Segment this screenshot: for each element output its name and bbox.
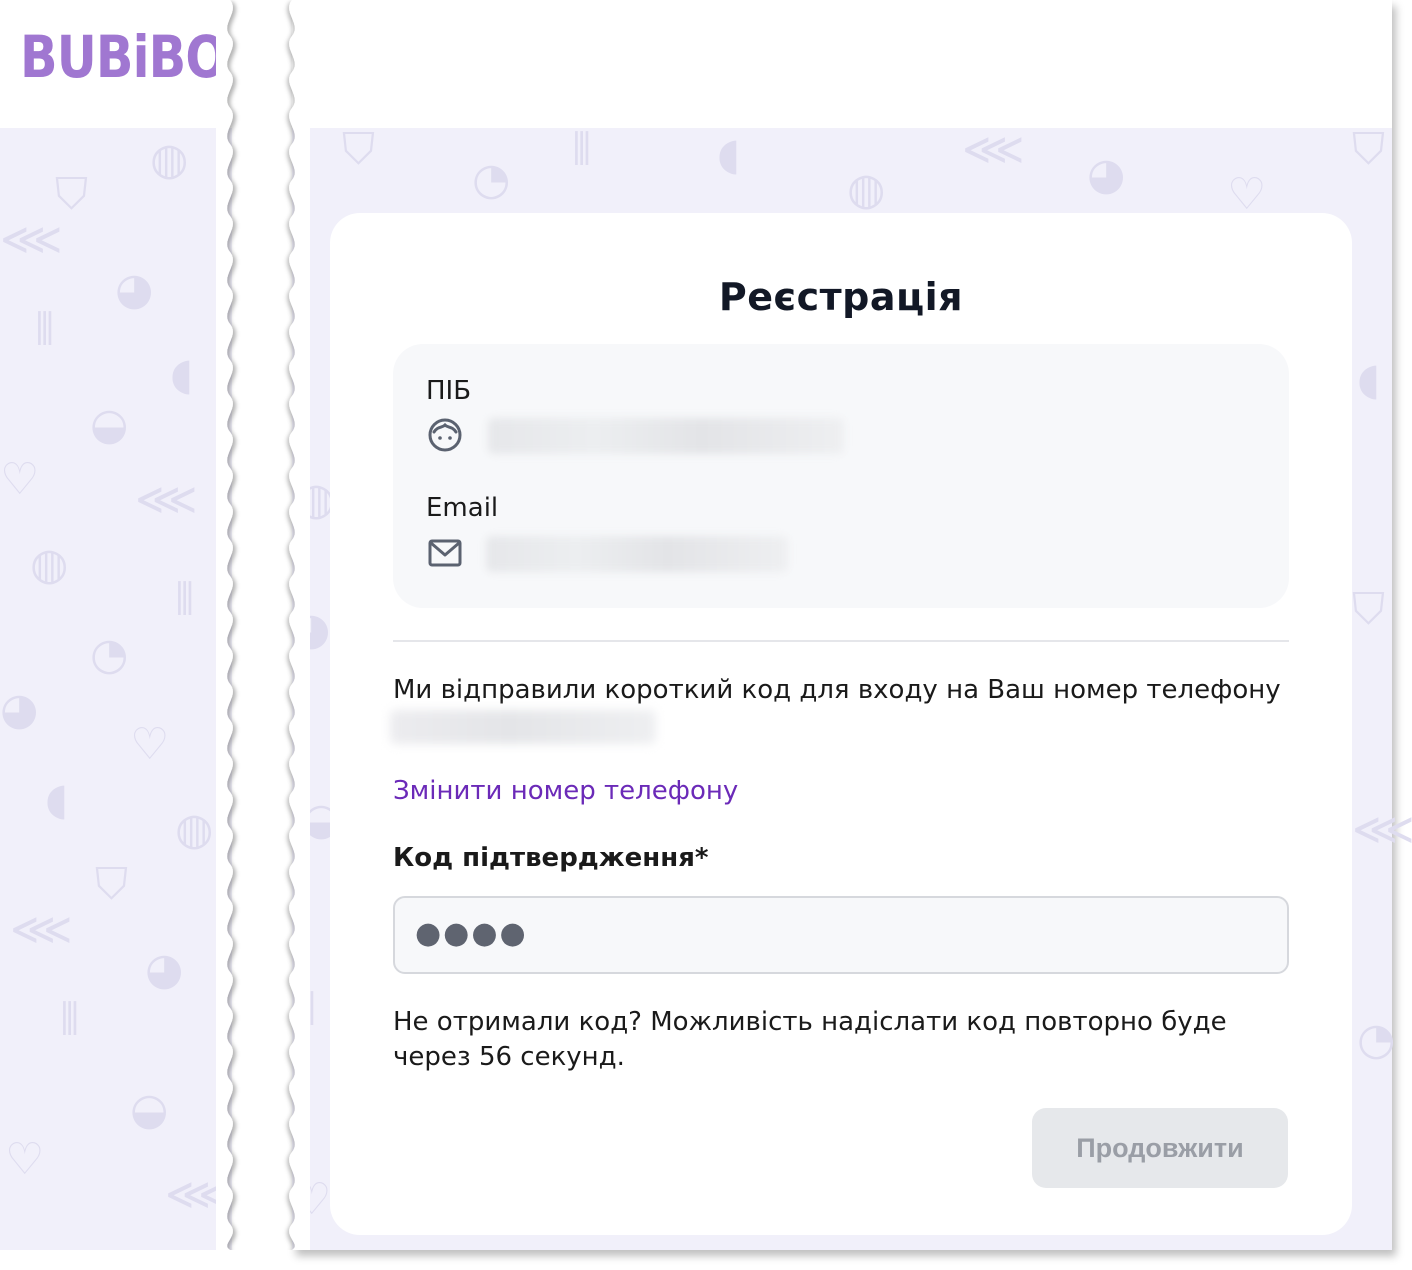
dog-face-icon: ◕ bbox=[1087, 149, 1126, 200]
bird-icon: ◖ bbox=[1357, 354, 1381, 405]
mail-icon bbox=[428, 539, 462, 567]
email-field-label: Email bbox=[426, 493, 499, 523]
resend-timer-message: Не отримали код? Можливість надіслати ко… bbox=[393, 1007, 1227, 1072]
verification-code-label: Код підтвердження* bbox=[393, 843, 709, 873]
paw-heart-icon: ♡ bbox=[1227, 169, 1267, 220]
dog-face-icon: ◕ bbox=[145, 944, 184, 995]
paw-heart-icon: ♡ bbox=[0, 454, 40, 505]
bird-icon: ◖ bbox=[45, 774, 69, 825]
bubibo-logo[interactable]: BUBiBO bbox=[20, 22, 227, 92]
yarn-ball-icon: ◍ bbox=[847, 164, 886, 215]
registration-card: Реєстрація ПІБ Email Ми відправили корот… bbox=[330, 213, 1352, 1235]
paw-heart-icon: ♡ bbox=[130, 719, 170, 770]
name-value-blurred bbox=[488, 418, 844, 454]
bone-icon: ⦀ bbox=[35, 304, 55, 355]
fishbone-icon: ⋘ bbox=[1352, 804, 1412, 855]
fishbone-icon: ⋘ bbox=[0, 214, 63, 265]
verification-code-input[interactable]: ●●●● bbox=[393, 896, 1289, 974]
user-info-box: ПІБ Email bbox=[393, 344, 1289, 608]
right-wavy-edge bbox=[289, 0, 310, 1250]
dress-icon: ⛉ bbox=[95, 859, 128, 910]
dress-icon: ⛉ bbox=[342, 124, 375, 175]
change-phone-link[interactable]: Змінити номер телефону bbox=[393, 776, 738, 806]
bird-icon: ◖ bbox=[170, 349, 194, 400]
phone-number-blurred bbox=[390, 710, 656, 744]
dress-icon: ⛉ bbox=[1352, 584, 1385, 635]
page-title: Реєстрація bbox=[718, 275, 964, 319]
cat-face-icon: ◔ bbox=[1357, 1014, 1396, 1065]
fishbone-icon: ⋘ bbox=[962, 124, 1025, 175]
code-sent-message: Ми відправили короткий код для входу на … bbox=[393, 675, 1281, 705]
yarn-ball-icon: ◍ bbox=[150, 134, 189, 185]
bone-icon: ⦀ bbox=[175, 574, 195, 625]
name-field-label: ПІБ bbox=[426, 376, 472, 406]
dress-icon: ⛉ bbox=[55, 169, 88, 220]
bowl-icon: ◒ bbox=[90, 399, 129, 450]
paw-heart-icon: ♡ bbox=[5, 1134, 45, 1185]
email-value-blurred bbox=[486, 536, 788, 572]
fishbone-icon: ⋘ bbox=[135, 474, 198, 525]
person-face-icon bbox=[428, 418, 462, 452]
dog-face-icon: ◕ bbox=[0, 684, 39, 735]
yarn-ball-icon: ◍ bbox=[30, 539, 69, 590]
cat-face-icon: ◔ bbox=[90, 629, 129, 680]
bone-icon: ⦀ bbox=[60, 994, 80, 1045]
yarn-ball-icon: ◍ bbox=[175, 804, 214, 855]
fishbone-icon: ⋘ bbox=[10, 904, 73, 955]
dog-face-icon: ◕ bbox=[115, 264, 154, 315]
dress-icon: ⛉ bbox=[1352, 124, 1385, 175]
bone-icon: ⦀ bbox=[572, 124, 592, 175]
left-decor-strip: ⛉ ◍ ⋘ ◕ ⦀ ◖ ◒ ♡ ⋘ ◍ ⦀ ◔ ◕ ♡ ◖ ◍ ⛉ ⋘ ◕ ⦀ … bbox=[0, 0, 233, 1250]
left-wavy-edge bbox=[216, 0, 233, 1250]
pets-pattern-left: ⛉ ◍ ⋘ ◕ ⦀ ◖ ◒ ♡ ⋘ ◍ ⦀ ◔ ◕ ♡ ◖ ◍ ⛉ ⋘ ◕ ⦀ … bbox=[0, 128, 232, 1250]
cat-face-icon: ◔ bbox=[472, 154, 511, 205]
divider bbox=[393, 640, 1289, 642]
bowl-icon: ◒ bbox=[130, 1084, 169, 1135]
registration-page: ⛉ ◍ ⋘ ◕ ⦀ ◖ ◒ ♡ ⋘ ◍ ⦀ ◔ ◕ ♡ ◖ ◍ ⛉ ⋘ ◕ ⦀ … bbox=[0, 0, 1412, 1270]
code-masked-value: ●●●● bbox=[415, 916, 528, 951]
continue-button[interactable]: Продовжити bbox=[1032, 1108, 1288, 1188]
bird-icon: ◖ bbox=[717, 129, 741, 180]
